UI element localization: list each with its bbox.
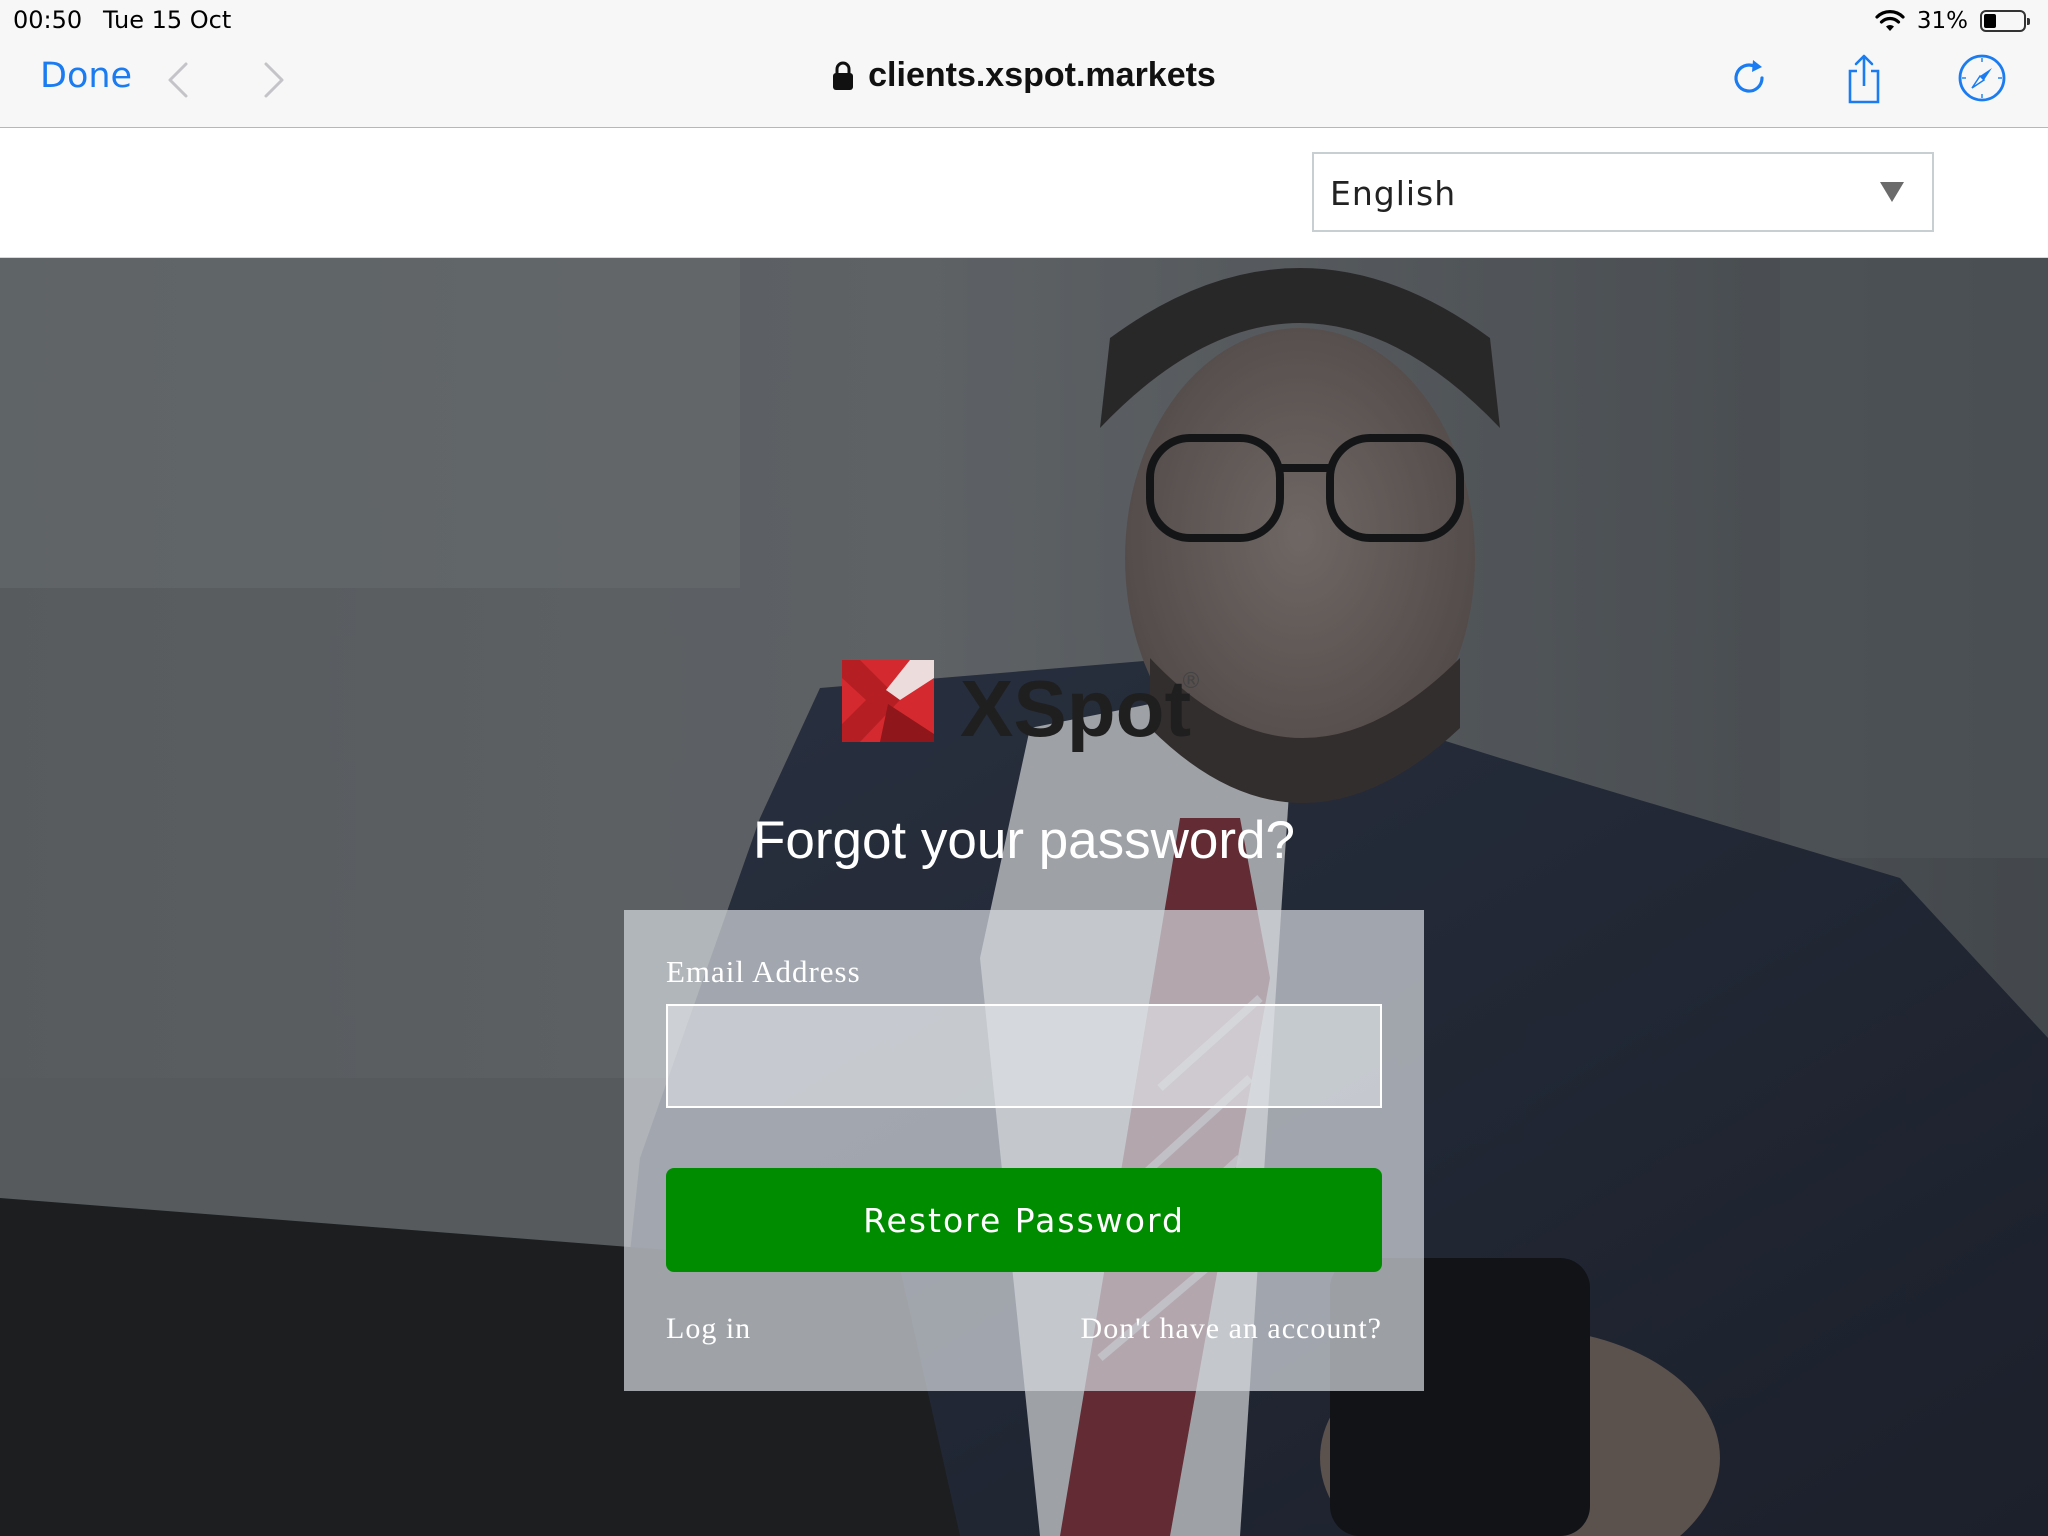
xspot-logo-mark xyxy=(842,660,934,742)
url-display[interactable]: clients.xspot.markets xyxy=(832,56,1216,95)
status-date: Tue 15 Oct xyxy=(103,6,232,34)
forward-arrow-icon[interactable] xyxy=(252,58,292,102)
battery-level xyxy=(1984,14,1996,28)
lock-icon xyxy=(833,61,854,90)
reload-icon[interactable] xyxy=(1724,52,1776,104)
xspot-logo: XSpot ® xyxy=(842,660,1202,752)
status-indicators: 31% xyxy=(1875,6,2034,36)
login-link[interactable]: Log in xyxy=(666,1312,751,1346)
language-select-value: English xyxy=(1330,174,1457,213)
language-bar: English xyxy=(0,128,2048,258)
share-icon[interactable] xyxy=(1838,52,1890,104)
forgot-password-form: Email Address Restore Password Log in Do… xyxy=(624,910,1424,1391)
restore-password-button[interactable]: Restore Password xyxy=(666,1168,1382,1272)
registered-mark: ® xyxy=(1180,669,1202,694)
done-button[interactable]: Done xyxy=(40,56,132,96)
battery-percent: 31% xyxy=(1916,8,1968,34)
email-label: Email Address xyxy=(666,954,861,989)
xspot-logo-text: XSpot xyxy=(960,664,1191,752)
hero-section: XSpot ® Forgot your password? Email Addr… xyxy=(0,258,2048,1536)
status-time: 00:50 xyxy=(13,6,83,34)
browser-toolbar: 00:50 Tue 15 Oct 31% Done clients.xspot.… xyxy=(0,0,2048,128)
back-arrow-icon[interactable] xyxy=(160,58,200,102)
dropdown-caret-icon xyxy=(1880,182,1904,202)
language-select[interactable]: English xyxy=(1312,152,1934,232)
page-title: Forgot your password? xyxy=(752,811,1296,870)
signup-link[interactable]: Don't have an account? xyxy=(1081,1312,1382,1346)
email-field[interactable] xyxy=(666,1004,1382,1108)
compass-icon[interactable] xyxy=(1956,52,2008,104)
battery-icon xyxy=(1980,10,2030,32)
wifi-icon xyxy=(1875,10,1905,31)
url-text: clients.xspot.markets xyxy=(868,56,1216,94)
